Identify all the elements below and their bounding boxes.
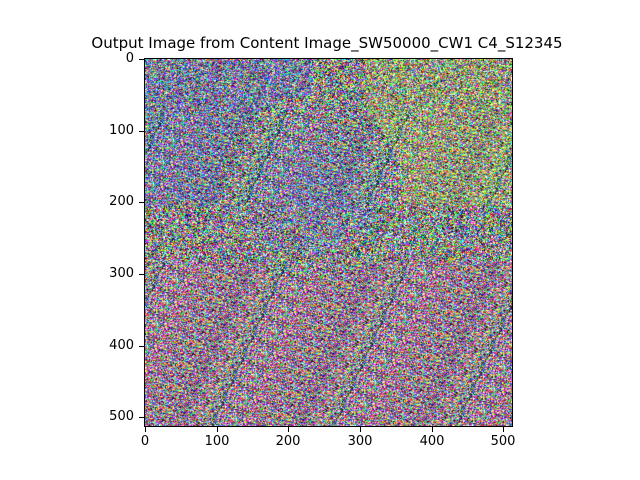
x-tick-mark — [503, 427, 504, 432]
y-tick-label: 400 — [109, 338, 134, 353]
x-tick-mark — [145, 427, 146, 432]
y-tick-mark — [139, 131, 144, 132]
y-tick-mark — [139, 417, 144, 418]
y-tick-mark — [139, 202, 144, 203]
x-tick-label: 300 — [347, 434, 373, 449]
image-axes — [144, 58, 513, 427]
x-tick-mark — [217, 427, 218, 432]
figure-title: Output Image from Content Image_SW50000_… — [91, 34, 563, 52]
y-tick-label: 200 — [109, 194, 134, 209]
x-tick-mark — [432, 427, 433, 432]
noise-image — [145, 59, 512, 426]
y-tick-label: 300 — [109, 266, 134, 281]
x-tick-mark — [360, 427, 361, 432]
y-tick-label: 500 — [109, 409, 134, 424]
x-tick-label: 200 — [275, 434, 301, 449]
y-tick-mark — [139, 346, 144, 347]
y-tick-mark — [139, 274, 144, 275]
y-tick-mark — [139, 59, 144, 60]
y-tick-label: 100 — [109, 123, 134, 138]
x-tick-label: 500 — [490, 434, 516, 449]
y-tick-label: 0 — [125, 51, 134, 66]
x-tick-label: 400 — [419, 434, 445, 449]
x-tick-label: 0 — [140, 434, 150, 449]
x-tick-label: 100 — [204, 434, 230, 449]
x-tick-mark — [288, 427, 289, 432]
